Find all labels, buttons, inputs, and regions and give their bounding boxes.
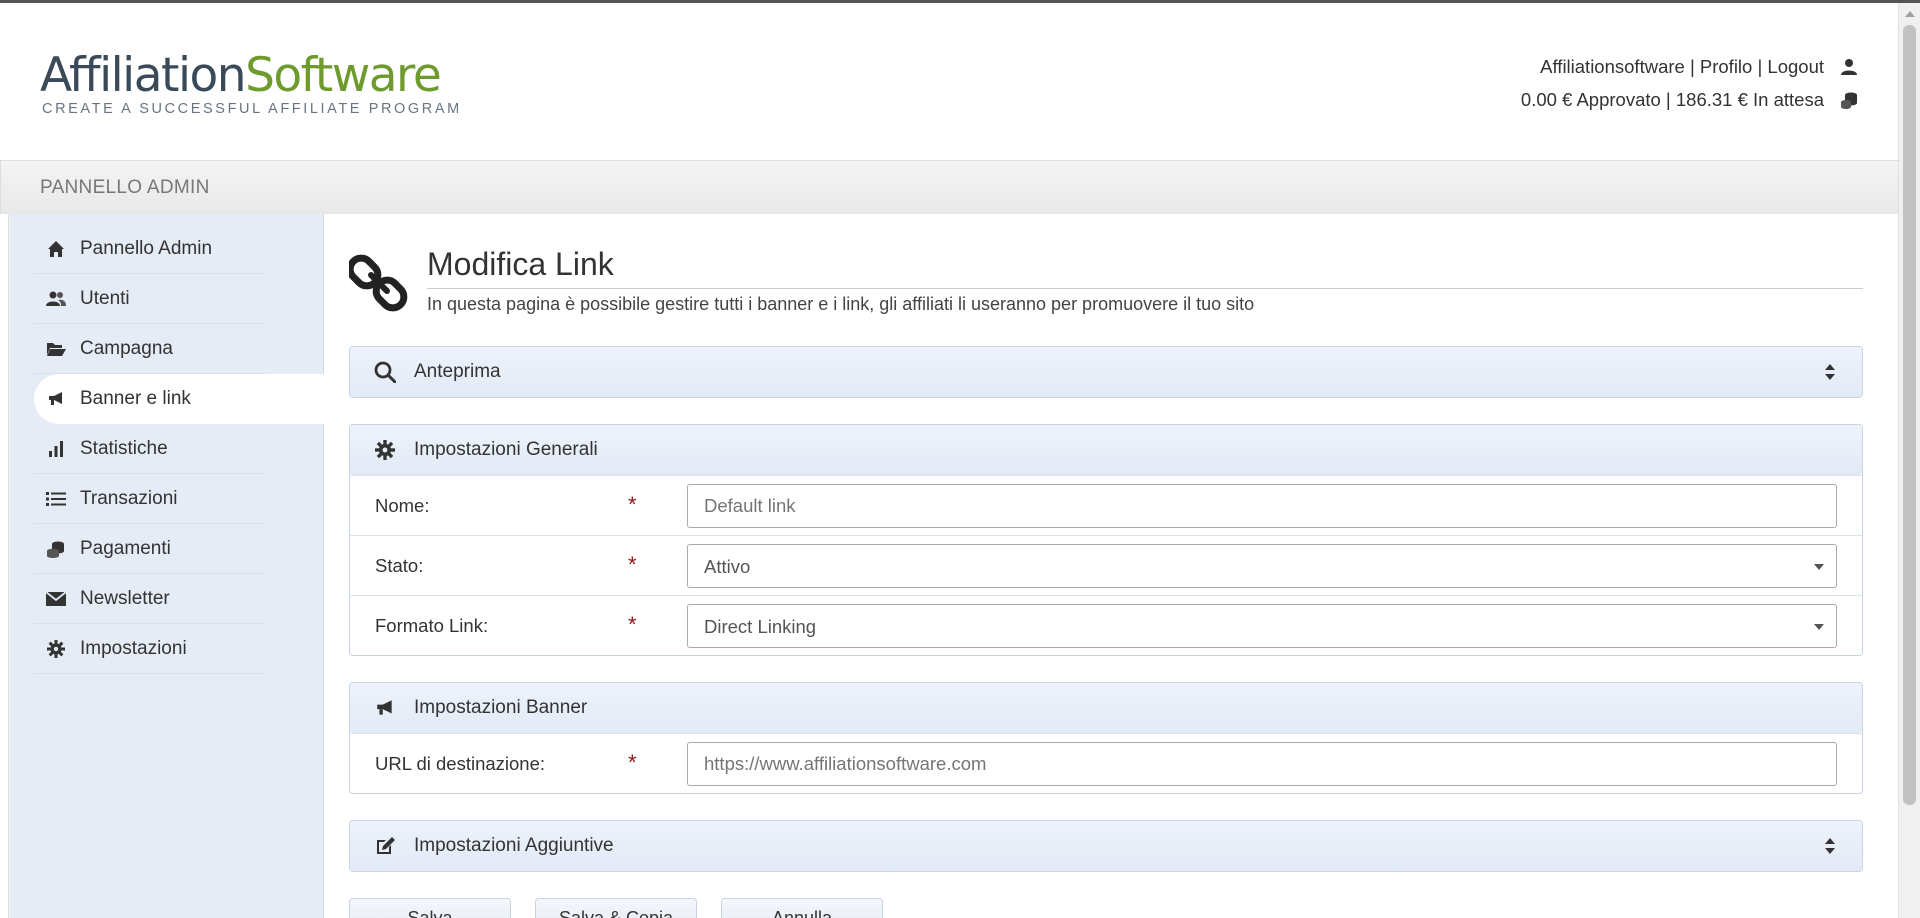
sidebar-item-statistiche[interactable]: Statistiche — [34, 424, 266, 474]
url-label: URL di destinazione: — [375, 753, 546, 774]
required-mark: * — [628, 612, 637, 637]
sidebar-item-label: Newsletter — [80, 587, 170, 609]
sidebar-item-transazioni[interactable]: Transazioni — [34, 474, 266, 524]
field-row-name: Nome: * — [350, 475, 1862, 535]
admin-bar: PANNELLO ADMIN — [0, 160, 1898, 214]
sidebar-item-label: Banner e link — [80, 388, 191, 409]
chevron-down-icon — [1814, 564, 1824, 570]
panel-additional-title: Impostazioni Aggiuntive — [414, 835, 614, 856]
gear-icon — [372, 437, 398, 463]
link-icon — [346, 253, 409, 313]
cancel-button[interactable]: Annulla — [721, 898, 883, 918]
status-select-value: Attivo — [704, 556, 751, 577]
coins-icon — [1838, 89, 1860, 111]
required-mark: * — [628, 750, 637, 775]
logo-tagline: CREATE A SUCCESSFUL AFFILIATE PROGRAM — [42, 101, 462, 117]
chevron-down-icon — [1814, 624, 1824, 630]
sidebar: Pannello Admin Utenti Campagna Banner e … — [10, 214, 334, 918]
field-row-status: Stato: * Attivo — [350, 535, 1862, 595]
sidebar-item-label: Utenti — [80, 287, 130, 309]
panel-banner-header: Impostazioni Banner — [350, 683, 1862, 733]
scrollbar-thumb[interactable] — [1903, 25, 1916, 805]
url-input[interactable] — [687, 742, 1837, 786]
panel-additional-settings: Impostazioni Aggiuntive — [349, 820, 1863, 872]
panel-additional-header[interactable]: Impostazioni Aggiuntive — [350, 821, 1862, 871]
panel-general-settings: Impostazioni Generali Nome: * Stato: * A… — [349, 424, 1863, 656]
balance-text: 0.00 € Approvato | 186.31 € In attesa — [1520, 89, 1824, 110]
required-mark: * — [628, 552, 637, 577]
panel-preview-header[interactable]: Anteprima — [350, 347, 1862, 397]
name-label: Nome: — [375, 495, 430, 516]
format-select-value: Direct Linking — [704, 616, 817, 637]
sidebar-item-label: Pagamenti — [80, 537, 171, 559]
users-icon — [44, 287, 68, 311]
sidebar-item-banner-e-link[interactable]: Banner e link — [34, 374, 334, 424]
sidebar-item-impostazioni[interactable]: Impostazioni — [34, 624, 266, 674]
title-divider — [427, 288, 1863, 289]
user-box: Affiliationsoftware | Profilo | Logout 0… — [1521, 50, 1860, 116]
edit-icon — [372, 833, 398, 859]
format-select[interactable]: Direct Linking — [687, 604, 1837, 648]
panel-banner-settings: Impostazioni Banner URL di destinazione:… — [349, 682, 1863, 794]
sidebar-item-pagamenti[interactable]: Pagamenti — [34, 524, 266, 574]
logo-part1: Affiliation — [40, 48, 247, 103]
page-title: Modifica Link — [427, 246, 614, 282]
panel-banner-title: Impostazioni Banner — [414, 697, 588, 718]
bullhorn-icon — [372, 695, 398, 721]
required-mark: * — [628, 492, 637, 517]
folder-open-icon — [44, 337, 68, 361]
bullhorn-icon — [44, 387, 68, 411]
sidebar-item-label: Statistiche — [80, 437, 168, 459]
panel-preview-title: Anteprima — [414, 361, 501, 382]
format-label: Formato Link: — [375, 615, 489, 636]
header: AffiliationSoftware CREATE A SUCCESSFUL … — [0, 3, 1898, 160]
page-scrollbar[interactable] — [1898, 3, 1920, 918]
admin-bar-title: PANNELLO ADMIN — [40, 177, 210, 198]
save-copy-button[interactable]: Salva & Copia — [535, 898, 697, 918]
save-button[interactable]: Salva — [349, 898, 511, 918]
expand-toggle-icon[interactable] — [1824, 363, 1836, 381]
sidebar-item-label: Impostazioni — [80, 637, 187, 659]
logo-part2: Software — [245, 48, 442, 103]
envelope-icon — [44, 587, 68, 611]
user-icon — [1838, 56, 1860, 78]
page-description: In questa pagina è possibile gestire tut… — [427, 294, 1255, 314]
scroll-up-arrow-icon[interactable] — [1905, 11, 1915, 17]
home-icon — [44, 237, 68, 261]
gear-icon — [44, 637, 68, 661]
bar-chart-icon — [44, 437, 68, 461]
logo[interactable]: AffiliationSoftware CREATE A SUCCESSFUL … — [40, 51, 462, 118]
sidebar-item-pannello-admin[interactable]: Pannello Admin — [34, 224, 266, 274]
status-select[interactable]: Attivo — [687, 544, 1837, 588]
field-row-url: URL di destinazione: * — [350, 733, 1862, 793]
field-row-format: Formato Link: * Direct Linking — [350, 595, 1862, 655]
status-label: Stato: — [375, 555, 424, 576]
name-input[interactable] — [687, 484, 1837, 528]
search-icon — [372, 359, 398, 385]
sidebar-item-newsletter[interactable]: Newsletter — [34, 574, 266, 624]
sidebar-item-label: Pannello Admin — [80, 237, 213, 259]
list-icon — [44, 487, 68, 511]
sidebar-item-label: Transazioni — [80, 487, 178, 509]
panel-preview: Anteprima — [349, 346, 1863, 398]
user-links[interactable]: Affiliationsoftware | Profilo | Logout — [1540, 50, 1824, 83]
panel-general-title: Impostazioni Generali — [414, 439, 598, 460]
coins-icon — [44, 537, 68, 561]
sidebar-item-label: Campagna — [80, 337, 173, 359]
logo-wordmark: AffiliationSoftware — [40, 51, 462, 101]
panel-general-header: Impostazioni Generali — [350, 425, 1862, 475]
sidebar-item-campagna[interactable]: Campagna — [34, 324, 266, 374]
sidebar-item-utenti[interactable]: Utenti — [34, 274, 266, 324]
expand-toggle-icon[interactable] — [1824, 837, 1836, 855]
